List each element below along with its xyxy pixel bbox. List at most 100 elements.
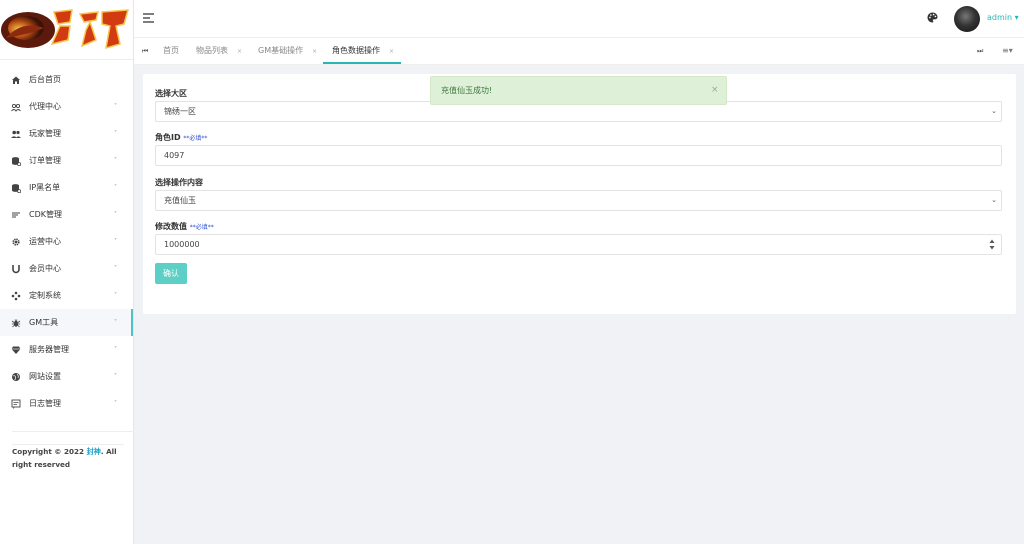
operation-value: 充值仙玉	[164, 196, 196, 205]
diamond-icon	[11, 345, 21, 355]
operation-select[interactable]: 充值仙玉 ⌄	[155, 190, 1002, 211]
divider	[12, 431, 134, 432]
sidebar-item-label: 定制系统	[29, 291, 61, 300]
orders-icon	[11, 156, 21, 166]
chevron-down-icon: ⌄	[991, 196, 997, 204]
chevron-down-icon: ˅	[114, 373, 117, 380]
amount-label: 修改数值 **必填**	[155, 221, 214, 232]
log-icon	[11, 399, 21, 409]
sidebar-item-ip-blacklist[interactable]: IP黑名单 ˅	[0, 174, 133, 201]
tab-close-icon[interactable]: ×	[389, 48, 394, 55]
logo[interactable]	[0, 0, 133, 60]
magnet-icon	[11, 264, 21, 274]
sidebar-item-label: IP黑名单	[29, 183, 61, 192]
tab-scroll-left-icon[interactable]: ⏮	[142, 47, 148, 56]
sidebar-item-operations[interactable]: 运营中心 ˅	[0, 228, 133, 255]
chevron-down-icon: ˅	[114, 346, 117, 353]
tab-gm-basic[interactable]: GM基础操作 ×	[258, 38, 317, 64]
number-stepper-icon[interactable]	[989, 239, 995, 250]
sidebar-item-label: 订单管理	[29, 156, 61, 165]
confirm-button[interactable]: 确认	[155, 263, 187, 284]
chevron-down-icon: ˅	[114, 265, 117, 272]
tab-item-list[interactable]: 物品列表 ×	[196, 38, 242, 64]
bug-icon	[11, 318, 21, 328]
role-id-label-text: 角色ID	[155, 133, 181, 142]
amount-value: 1000000	[164, 240, 200, 249]
sidebar-item-label: 网站设置	[29, 372, 61, 381]
amount-input[interactable]: 1000000	[155, 234, 1002, 255]
chevron-down-icon: ˅	[114, 238, 117, 245]
sidebar-item-label: 服务器管理	[29, 345, 69, 354]
sidebar-item-orders[interactable]: 订单管理 ˅	[0, 147, 133, 174]
chevron-down-icon: ˅	[114, 130, 117, 137]
server-value: 锦绣一区	[164, 107, 196, 116]
operation-label: 选择操作内容	[155, 178, 203, 187]
role-data-form: 选择大区 锦绣一区 ⌄ 角色ID **必填** 4097 选择操作内容 充值仙玉…	[143, 74, 1016, 314]
tab-label: 物品列表	[196, 46, 228, 55]
amount-label-text: 修改数值	[155, 222, 187, 231]
sidebar-item-cdk[interactable]: CDK管理 ˅	[0, 201, 133, 228]
logo-icon	[1, 9, 130, 50]
sidebar-item-label: CDK管理	[29, 210, 62, 219]
role-id-input[interactable]: 4097	[155, 145, 1002, 166]
sidebar-item-label: 后台首页	[29, 75, 61, 84]
sidebar-item-server-management[interactable]: 服务器管理 ˅	[0, 336, 133, 363]
sidebar-item-logs[interactable]: 日志管理 ˅	[0, 390, 133, 417]
blacklist-icon	[11, 183, 21, 193]
role-id-value: 4097	[164, 151, 185, 160]
sidebar-item-label: 会员中心	[29, 264, 61, 273]
sidebar-item-label: GM工具	[29, 318, 59, 327]
server-label: 选择大区	[155, 89, 187, 98]
sidebar-item-label: 代理中心	[29, 102, 61, 111]
avatar[interactable]	[954, 6, 980, 32]
sidebar-item-custom-system[interactable]: 定制系统 ˅	[0, 282, 133, 309]
copyright-prefix: Copyright © 2022	[12, 447, 87, 456]
tab-scroll-right-icon[interactable]: ⏭	[977, 47, 983, 56]
sidebar-menu: 后台首页 代理中心 ˅ 玩家管理 ˅ 订单管理 ˅ IP黑名单 ˅ CDK管理 …	[0, 60, 133, 417]
chevron-down-icon: ˅	[114, 319, 117, 326]
sidebar-item-players[interactable]: 玩家管理 ˅	[0, 120, 133, 147]
success-toast: 充值仙玉成功! ×	[430, 76, 727, 105]
sidebar: 后台首页 代理中心 ˅ 玩家管理 ˅ 订单管理 ˅ IP黑名单 ˅ CDK管理 …	[0, 0, 134, 544]
tab-role-data[interactable]: 角色数据操作 ×	[323, 38, 401, 64]
home-icon	[11, 75, 21, 85]
chevron-down-icon: ⌄	[991, 107, 997, 115]
sidebar-item-label: 玩家管理	[29, 129, 61, 138]
palette-icon[interactable]	[927, 12, 938, 23]
hamburger-icon[interactable]	[143, 12, 155, 24]
tab-label: GM基础操作	[258, 46, 304, 55]
tab-menu-icon[interactable]: ≡▾	[1002, 46, 1013, 55]
user-name: admin	[987, 13, 1013, 22]
chevron-down-icon: ˅	[114, 157, 117, 164]
gear-icon	[11, 237, 21, 247]
sidebar-item-site-settings[interactable]: 网站设置 ˅	[0, 363, 133, 390]
globe-icon	[11, 372, 21, 382]
tab-label: 首页	[163, 46, 179, 55]
sidebar-item-members[interactable]: 会员中心 ˅	[0, 255, 133, 282]
top-header: admin ▾	[134, 0, 1024, 38]
sidebar-item-home[interactable]: 后台首页	[0, 66, 133, 93]
sidebar-item-gm-tools[interactable]: GM工具 ˅	[0, 309, 133, 336]
chevron-down-icon: ˅	[114, 103, 117, 110]
toast-message: 充值仙玉成功!	[441, 86, 493, 95]
chevron-down-icon: ˅	[114, 211, 117, 218]
copyright: Copyright © 2022 封神. All right reserved	[12, 431, 134, 471]
custom-icon	[11, 291, 21, 301]
players-icon	[11, 129, 21, 139]
chevron-down-icon: ˅	[114, 184, 117, 191]
sidebar-item-agents[interactable]: 代理中心 ˅	[0, 93, 133, 120]
tab-bar: ⏮ 首页 物品列表 × GM基础操作 × 角色数据操作 × ⏭ ≡▾	[134, 38, 1024, 65]
tab-home[interactable]: 首页	[163, 38, 179, 64]
tab-label: 角色数据操作	[332, 46, 380, 55]
sidebar-item-label: 日志管理	[29, 399, 61, 408]
tab-close-icon[interactable]: ×	[312, 48, 317, 55]
role-id-label: 角色ID **必填**	[155, 132, 207, 143]
copyright-brand-link[interactable]: 封神	[86, 447, 100, 456]
user-menu[interactable]: admin ▾	[987, 13, 1019, 22]
required-mark: **必填**	[183, 135, 208, 142]
tab-close-icon[interactable]: ×	[237, 48, 242, 55]
sidebar-item-label: 运营中心	[29, 237, 61, 246]
close-icon[interactable]: ×	[711, 77, 719, 104]
chevron-down-icon: ˅	[114, 292, 117, 299]
agents-icon	[11, 102, 21, 112]
